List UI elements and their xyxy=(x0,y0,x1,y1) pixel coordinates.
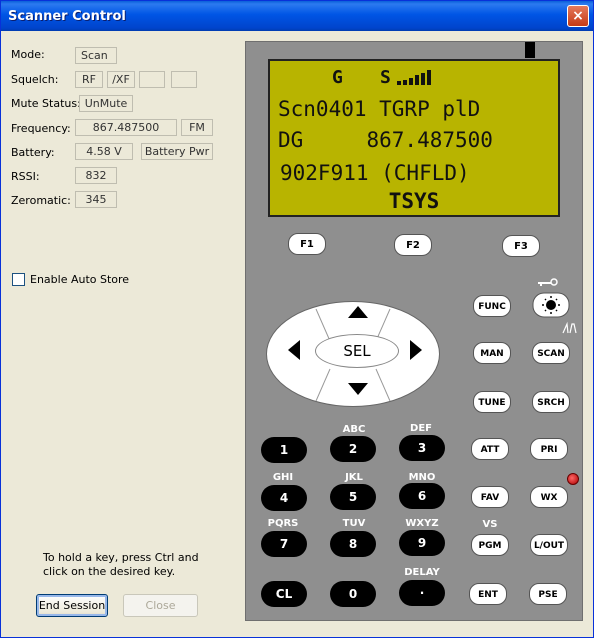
close-button[interactable]: Close xyxy=(123,594,198,617)
scan-button[interactable]: SCAN xyxy=(532,342,570,364)
fav-button[interactable]: FAV xyxy=(471,486,509,508)
auto-store-label[interactable]: Enable Auto Store xyxy=(30,273,129,286)
zeromatic-field: 345 xyxy=(75,191,117,208)
man-button[interactable]: MAN xyxy=(473,342,511,364)
att-button[interactable]: ATT xyxy=(471,438,509,460)
signal-bar-4 xyxy=(415,75,419,85)
key-8-button[interactable]: 8 xyxy=(330,531,376,557)
lcd-indicator-s: S xyxy=(380,67,391,88)
pri-button[interactable]: PRI xyxy=(530,438,568,460)
mute-status-label: Mute Status: xyxy=(11,97,81,110)
right-arrow-icon[interactable] xyxy=(409,339,423,361)
tuv-label: TUV xyxy=(342,518,366,529)
dot-button[interactable]: · xyxy=(399,580,445,606)
jkl-label: JKL xyxy=(345,472,363,483)
wx-button[interactable]: WX xyxy=(530,486,568,508)
mno-label: MNO xyxy=(408,472,436,483)
down-arrow-icon[interactable] xyxy=(347,382,369,396)
signal-bar-5 xyxy=(421,73,425,85)
modulation-field: FM xyxy=(181,119,213,136)
key-4-button[interactable]: 4 xyxy=(261,485,307,511)
key-lock-icon xyxy=(538,278,558,286)
mode-field: Scan xyxy=(75,47,117,64)
key-5-button[interactable]: 5 xyxy=(330,484,376,510)
key-1-button[interactable]: 1 xyxy=(261,437,307,463)
ghi-label: GHI xyxy=(272,472,294,483)
squelch-rf-field: RF xyxy=(75,71,103,88)
lcd-line-1: Scn0401 TGRP plD xyxy=(278,97,481,121)
end-session-button[interactable]: End Session xyxy=(36,594,108,617)
vs-label: VS xyxy=(482,519,498,530)
delay-label: DELAY xyxy=(404,567,440,578)
key-9-button[interactable]: 9 xyxy=(399,530,445,556)
lout-button[interactable]: L/OUT xyxy=(530,534,568,556)
up-arrow-icon[interactable] xyxy=(347,305,369,319)
lcd-indicator-g: G xyxy=(332,67,343,88)
scanner-control-window: Scanner Control × Mode: Scan Squelch: RF… xyxy=(0,0,594,638)
hold-key-hint: To hold a key, press Ctrl and click on t… xyxy=(43,551,199,578)
ent-button[interactable]: ENT xyxy=(469,583,507,605)
squelch-label: Squelch: xyxy=(11,73,59,86)
tune-button[interactable]: TUNE xyxy=(473,391,511,413)
f2-button[interactable]: F2 xyxy=(394,234,432,256)
key-7-button[interactable]: 7 xyxy=(261,531,307,557)
squelch-box-3 xyxy=(139,71,165,88)
title-bar[interactable]: Scanner Control × xyxy=(1,1,593,31)
func-button[interactable]: FUNC xyxy=(473,295,511,317)
lcd-line-2: DG 867.487500 xyxy=(278,128,493,152)
battery-label: Battery: xyxy=(11,146,55,159)
frequency-field: 867.487500 xyxy=(75,119,177,136)
wxyz-label: WXYZ xyxy=(405,518,439,529)
abc-label: ABC xyxy=(342,424,366,435)
power-source-field: Battery Pwr xyxy=(141,143,213,160)
key-6-button[interactable]: 6 xyxy=(399,483,445,509)
f1-button[interactable]: F1 xyxy=(288,233,326,255)
key-0-button[interactable]: 0 xyxy=(330,581,376,607)
signal-bar-1 xyxy=(397,81,401,85)
frequency-label: Frequency: xyxy=(11,122,71,135)
signal-bar-6 xyxy=(427,70,431,85)
sel-button[interactable]: SEL xyxy=(315,334,399,368)
rssi-label: RSSI: xyxy=(11,170,40,183)
rssi-field: 832 xyxy=(75,167,117,184)
mode-label: Mode: xyxy=(11,48,45,61)
squelch-box-4 xyxy=(171,71,197,88)
signal-bar-2 xyxy=(403,80,407,85)
def-label: DEF xyxy=(410,423,432,434)
lcd-line-4: TSYS xyxy=(388,189,440,213)
key-2-button[interactable]: 2 xyxy=(330,436,376,462)
f3-button[interactable]: F3 xyxy=(502,235,540,257)
key-beep-icon xyxy=(562,321,577,334)
window-close-button[interactable]: × xyxy=(567,5,589,27)
srch-button[interactable]: SRCH xyxy=(532,391,570,413)
pqrs-label: PQRS xyxy=(267,518,299,529)
window-title: Scanner Control xyxy=(8,9,126,24)
battery-voltage-field: 4.58 V xyxy=(75,143,133,160)
signal-bar-3 xyxy=(409,78,413,85)
mute-status-field: UnMute xyxy=(79,95,133,112)
antenna-icon xyxy=(525,42,535,58)
lcd-line-3: 902F911 (CHFLD) xyxy=(280,161,470,185)
key-3-button[interactable]: 3 xyxy=(399,435,445,461)
cl-button[interactable]: CL xyxy=(261,581,307,607)
auto-store-checkbox[interactable] xyxy=(12,273,25,286)
pse-button[interactable]: PSE xyxy=(529,583,567,605)
alert-led-icon xyxy=(567,473,579,485)
left-arrow-icon[interactable] xyxy=(287,339,301,361)
zeromatic-label: Zeromatic: xyxy=(11,194,71,207)
squelch-xf-field: /XF xyxy=(107,71,135,88)
pgm-button[interactable]: PGM xyxy=(471,534,509,556)
